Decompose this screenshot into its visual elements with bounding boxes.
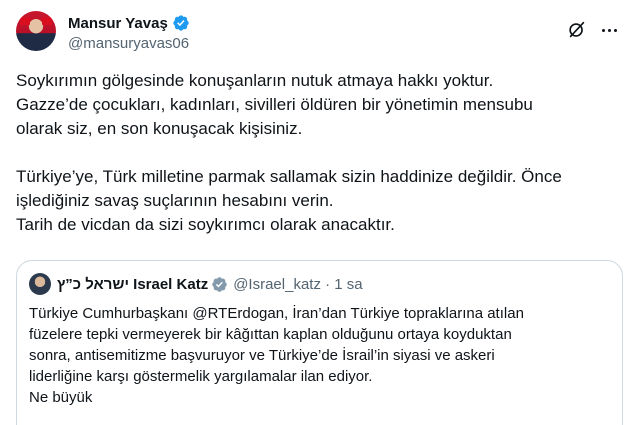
- verified-badge-icon: [212, 276, 227, 292]
- quoted-tweet-line: Ne büyük: [29, 389, 93, 406]
- verified-badge-icon: [173, 15, 189, 31]
- more-icon[interactable]: [598, 19, 620, 41]
- quoted-tweet-line: Türkiye Cumhurbaşkanı @RTErdogan, İran’d…: [29, 305, 524, 322]
- tweet-line: Soykırımın gölgesinde konuşanların nutuk…: [16, 71, 494, 90]
- quoted-tweet-line: liderliğine karşı göstermelik yargılamal…: [29, 368, 373, 385]
- quoted-tweet-line: füzelere tepki vermeyerek bir kâğıttan k…: [29, 326, 512, 343]
- flag-decoration: [20, 17, 30, 25]
- quoted-tweet-text: Türkiye Cumhurbaşkanı @RTErdogan, İran’d…: [29, 303, 611, 408]
- author-display-name[interactable]: Mansur Yavaş: [68, 15, 168, 32]
- quoted-author-handle-time[interactable]: @Israel_katz · 1 sa: [233, 276, 362, 293]
- tweet-line: olarak siz, en son konuşacak kişisiniz.: [16, 119, 303, 138]
- author-names: Mansur Yavaş @mansuryavas06: [68, 13, 190, 53]
- quoted-tweet-line: sonra, antisemitizme başvuruyor ve Türki…: [29, 347, 495, 364]
- tweet-text: Soykırımın gölgesinde konuşanların nutuk…: [16, 69, 628, 237]
- tweet-header: Mansur Yavaş @mansuryavas06: [16, 11, 624, 55]
- flag-decoration: [42, 17, 52, 25]
- quoted-author-display-name[interactable]: ישראל כ”ץ Israel Katz: [57, 276, 208, 293]
- author-avatar[interactable]: [16, 11, 56, 51]
- tweet-line: Tarih de vicdan da sizi soykırımcı olara…: [16, 215, 395, 234]
- grok-icon[interactable]: [566, 19, 588, 41]
- quoted-tweet-header: ישראל כ”ץ Israel Katz @Israel_katz · 1 s…: [29, 273, 363, 295]
- quoted-author-avatar[interactable]: [29, 273, 51, 295]
- tweet-line: Gazze’de çocukları, kadınları, sivilleri…: [16, 95, 533, 114]
- quoted-tweet[interactable]: ישראל כ”ץ Israel Katz @Israel_katz · 1 s…: [16, 260, 623, 425]
- tweet-line: işlediğiniz savaş suçlarının hesabını ve…: [16, 191, 334, 210]
- author-handle[interactable]: @mansuryavas06: [68, 35, 190, 52]
- tweet-line: Türkiye’ye, Türk milletine parmak sallam…: [16, 167, 562, 186]
